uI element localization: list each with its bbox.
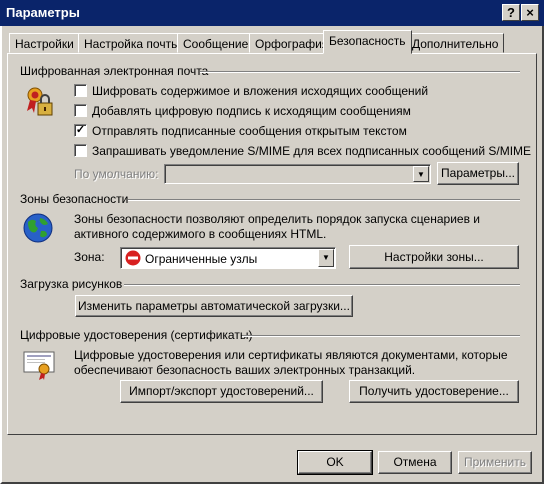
help-button[interactable]: ? (502, 4, 520, 21)
ok-button[interactable]: OK (297, 450, 373, 475)
tab-mail-setup[interactable]: Настройка почты (78, 33, 186, 53)
close-button[interactable]: × (521, 4, 539, 21)
import-export-button[interactable]: Импорт/экспорт удостоверений... (120, 380, 323, 403)
settings-button[interactable]: Параметры... (437, 162, 519, 185)
encrypt-label: Шифровать содержимое и вложения исходящи… (92, 84, 429, 98)
apply-button[interactable]: Применить (458, 451, 532, 474)
zone-label: Зона: (74, 250, 105, 264)
security-zones-heading: Зоны безопасности (20, 192, 129, 206)
smime-receipt-checkbox[interactable] (74, 144, 87, 157)
zone-select[interactable]: Ограниченные узлы ▼ (120, 247, 336, 269)
certificate-icon (23, 351, 55, 380)
certificates-description: Цифровые удостоверения или сертификаты я… (74, 348, 508, 377)
smime-receipt-label: Запрашивать уведомление S/MIME для всех … (92, 144, 532, 158)
chevron-down-icon: ▼ (318, 249, 334, 267)
chevron-down-icon: ▼ (413, 166, 429, 182)
tab-general[interactable]: Настройки (9, 33, 80, 53)
get-id-button[interactable]: Получить удостоверение... (349, 380, 519, 403)
zone-value: Ограниченные узлы (145, 252, 258, 266)
downloads-heading: Загрузка рисунков (20, 277, 123, 291)
globe-icon (23, 213, 53, 243)
default-setting-label: По умолчанию: (74, 167, 159, 181)
cleartext-label: Отправлять подписанные сообщения открыты… (92, 124, 407, 138)
tab-spelling[interactable]: Орфография (249, 33, 335, 53)
divider (242, 335, 520, 337)
tab-advanced[interactable]: Дополнительно (406, 33, 505, 53)
check-icon: ✓ (75, 124, 86, 136)
tab-security[interactable]: Безопасность (323, 30, 412, 54)
no-entry-icon (125, 250, 141, 266)
window-title: Параметры (6, 5, 80, 20)
zone-settings-button[interactable]: Настройки зоны... (349, 245, 519, 269)
certificates-heading: Цифровые удостоверения (сертификаты) (20, 328, 253, 342)
cleartext-checkbox[interactable]: ✓ (74, 124, 87, 137)
sign-checkbox[interactable] (74, 104, 87, 117)
default-setting-select[interactable]: ▼ (164, 164, 431, 184)
divider (124, 284, 520, 286)
encrypted-mail-heading: Шифрованная электронная почта (20, 64, 209, 78)
title-bar: Параметры ? × (0, 0, 544, 26)
cancel-button[interactable]: Отмена (378, 451, 452, 474)
lock-certificate-icon (27, 87, 53, 116)
tab-message[interactable]: Сообщение (177, 33, 255, 53)
zones-description: Зоны безопасности позволяют определить п… (74, 212, 480, 241)
sign-label: Добавлять цифровую подпись к исходящим с… (92, 104, 411, 118)
encrypt-checkbox[interactable] (74, 84, 87, 97)
divider (128, 199, 520, 201)
divider (200, 71, 520, 73)
change-download-settings-button[interactable]: Изменить параметры автоматической загруз… (75, 295, 353, 317)
